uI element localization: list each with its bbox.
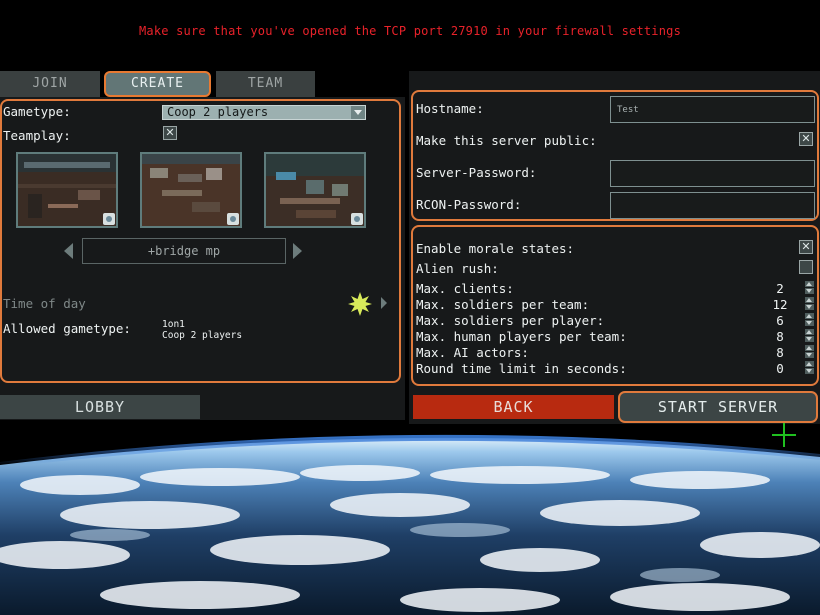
max-soldiers-player-stepper[interactable] bbox=[805, 313, 814, 327]
allowed-gametype-value-2: Coop 2 players bbox=[162, 330, 243, 341]
round-time-limit-label: Round time limit in seconds: bbox=[416, 361, 627, 376]
tab-create[interactable]: CREATE bbox=[104, 71, 211, 97]
back-button[interactable]: BACK bbox=[413, 395, 614, 419]
earth-background-image bbox=[0, 425, 820, 615]
max-human-players-value: 8 bbox=[776, 329, 784, 344]
start-server-button[interactable]: START SERVER bbox=[618, 391, 818, 423]
increment-icon[interactable] bbox=[805, 313, 814, 319]
morale-label: Enable morale states: bbox=[416, 241, 575, 256]
next-time-arrow-icon[interactable] bbox=[381, 297, 387, 309]
hostname-value[interactable] bbox=[611, 97, 814, 122]
hostname-input[interactable] bbox=[610, 96, 815, 123]
rcon-password-label: RCON-Password: bbox=[416, 197, 522, 212]
decrement-icon[interactable] bbox=[805, 352, 814, 358]
tab-team[interactable]: TEAM bbox=[216, 71, 315, 97]
increment-icon[interactable] bbox=[805, 297, 814, 303]
increment-icon[interactable] bbox=[805, 329, 814, 335]
map-preview-3[interactable] bbox=[264, 152, 366, 228]
gametype-label: Gametype: bbox=[3, 104, 71, 119]
teamplay-label: Teamplay: bbox=[3, 128, 71, 143]
map-name-field: +bridge mp bbox=[82, 238, 286, 264]
increment-icon[interactable] bbox=[805, 281, 814, 287]
max-soldiers-team-label: Max. soldiers per team: bbox=[416, 297, 590, 312]
teamplay-checkbox[interactable]: ✕ bbox=[163, 126, 177, 140]
public-server-checkbox[interactable]: ✕ bbox=[799, 132, 813, 146]
gametype-value: Coop 2 players bbox=[167, 105, 269, 119]
allowed-gametype-label: Allowed gametype: bbox=[3, 321, 131, 336]
tab-join[interactable]: JOIN bbox=[0, 71, 100, 97]
decrement-icon[interactable] bbox=[805, 304, 814, 310]
map-info-icon bbox=[351, 213, 363, 225]
rcon-password-input[interactable] bbox=[610, 192, 815, 219]
round-time-limit-value: 0 bbox=[776, 361, 784, 376]
max-ai-actors-label: Max. AI actors: bbox=[416, 345, 529, 360]
max-ai-actors-value: 8 bbox=[776, 345, 784, 360]
public-server-label: Make this server public: bbox=[416, 133, 597, 148]
alien-rush-checkbox[interactable] bbox=[799, 260, 813, 274]
tab-bar: JOIN CREATE TEAM bbox=[0, 71, 315, 97]
decrement-icon[interactable] bbox=[805, 368, 814, 374]
map-preview-image bbox=[18, 154, 116, 226]
morale-checkbox[interactable]: ✕ bbox=[799, 240, 813, 254]
map-info-icon bbox=[103, 213, 115, 225]
max-soldiers-team-value: 12 bbox=[772, 297, 788, 312]
decrement-icon[interactable] bbox=[805, 336, 814, 342]
allowed-gametype-value-1: 1on1 bbox=[162, 319, 185, 330]
time-of-day-label: Time of day bbox=[3, 296, 86, 311]
increment-icon[interactable] bbox=[805, 361, 814, 367]
max-human-players-stepper[interactable] bbox=[805, 329, 814, 343]
rcon-password-value[interactable] bbox=[611, 193, 814, 218]
max-soldiers-team-stepper[interactable] bbox=[805, 297, 814, 311]
map-preview-image bbox=[266, 154, 364, 226]
max-clients-stepper[interactable] bbox=[805, 281, 814, 295]
gametype-dropdown[interactable]: Coop 2 players bbox=[162, 105, 366, 120]
hostname-label: Hostname: bbox=[416, 101, 484, 116]
max-ai-actors-stepper[interactable] bbox=[805, 345, 814, 359]
map-info-icon bbox=[227, 213, 239, 225]
chevron-down-icon[interactable] bbox=[351, 106, 365, 119]
max-soldiers-player-value: 6 bbox=[776, 313, 784, 328]
max-clients-label: Max. clients: bbox=[416, 281, 514, 296]
decrement-icon[interactable] bbox=[805, 288, 814, 294]
map-preview-image bbox=[142, 154, 240, 226]
server-password-label: Server-Password: bbox=[416, 165, 537, 180]
sun-icon[interactable] bbox=[348, 292, 372, 316]
lobby-button[interactable]: LOBBY bbox=[0, 395, 200, 419]
server-password-value[interactable] bbox=[611, 161, 814, 186]
server-password-input[interactable] bbox=[610, 160, 815, 187]
decrement-icon[interactable] bbox=[805, 320, 814, 326]
alien-rush-label: Alien rush: bbox=[416, 261, 499, 276]
map-preview-2[interactable] bbox=[140, 152, 242, 228]
max-clients-value: 2 bbox=[776, 281, 784, 296]
map-preview-1[interactable] bbox=[16, 152, 118, 228]
round-time-limit-stepper[interactable] bbox=[805, 361, 814, 375]
previous-map-arrow-icon[interactable] bbox=[64, 243, 73, 259]
max-human-players-label: Max. human players per team: bbox=[416, 329, 627, 344]
firewall-warning: Make sure that you've opened the TCP por… bbox=[139, 24, 681, 38]
next-map-arrow-icon[interactable] bbox=[293, 243, 302, 259]
increment-icon[interactable] bbox=[805, 345, 814, 351]
crosshair-cursor-icon bbox=[772, 423, 796, 447]
max-soldiers-player-label: Max. soldiers per player: bbox=[416, 313, 605, 328]
